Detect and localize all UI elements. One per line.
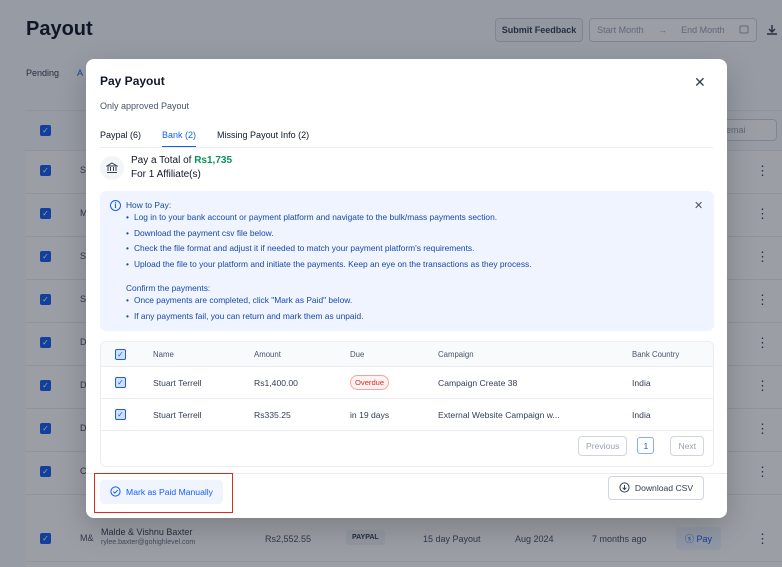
total-prefix: Pay a Total of <box>131 155 195 166</box>
select-all-checkbox[interactable]: ✓ <box>115 349 126 360</box>
total-text: Pay a Total of Rs1,735 For 1 Affiliate(s… <box>131 154 232 182</box>
header-due: Due <box>350 350 365 359</box>
tab-paypal[interactable]: Paypal (6) <box>100 130 141 148</box>
payout-total: Pay a Total of Rs1,735 For 1 Affiliate(s… <box>100 154 232 182</box>
amount-cell: Rs1,400.00 <box>254 378 298 388</box>
payment-method-tabs: Paypal (6) Bank (2) Missing Payout Info … <box>100 130 330 148</box>
page-number[interactable]: 1 <box>637 437 655 454</box>
check-circle-icon <box>110 485 121 499</box>
country-cell: India <box>632 410 651 420</box>
table-row[interactable]: ✓ Stuart Terrell Rs335.25 in 19 days Ext… <box>101 399 713 431</box>
info-icon: i <box>110 200 121 211</box>
due-cell: in 19 days <box>350 410 390 420</box>
table-header: ✓ Name Amount Due Campaign Bank Country <box>101 342 713 367</box>
tab-missing-payout-info[interactable]: Missing Payout Info (2) <box>217 130 309 148</box>
next-page-button[interactable]: Next <box>670 436 705 456</box>
how-to-pay-steps: Log in to your bank account or payment p… <box>126 212 532 274</box>
close-icon[interactable]: ✕ <box>694 199 703 212</box>
affiliate-count: For 1 Affiliate(s) <box>131 169 201 180</box>
bank-payout-table: ✓ Name Amount Due Campaign Bank Country … <box>100 341 714 467</box>
pagination: Previous 1 Next <box>578 436 705 456</box>
list-item: Once payments are completed, click "Mark… <box>126 295 363 311</box>
table-row[interactable]: ✓ Stuart Terrell Rs1,400.00 Overdue Camp… <box>101 367 713 399</box>
header-bank-country: Bank Country <box>632 350 680 359</box>
amount-cell: Rs335.25 <box>254 410 291 420</box>
header-campaign: Campaign <box>438 350 474 359</box>
overdue-badge: Overdue <box>350 375 390 390</box>
bank-icon <box>100 156 124 180</box>
name-cell: Stuart Terrell <box>153 410 202 420</box>
campaign-cell: Campaign Create 38 <box>438 378 518 388</box>
list-item: Check the file format and adjust it if n… <box>126 243 532 259</box>
tabs-divider <box>100 147 713 148</box>
download-csv-label: Download CSV <box>634 483 694 493</box>
how-to-pay-info-box: i How to Pay: ✕ Log in to your bank acco… <box>100 191 714 331</box>
list-item: Log in to your bank account or payment p… <box>126 212 532 228</box>
header-name: Name <box>153 350 174 359</box>
modal-subtitle: Only approved Payout <box>100 101 190 111</box>
confirm-steps: Once payments are completed, click "Mark… <box>126 295 364 327</box>
total-amount: Rs1,735 <box>194 155 233 166</box>
info-title: How to Pay: <box>126 200 172 210</box>
country-cell: India <box>632 378 651 388</box>
name-cell: Stuart Terrell <box>153 378 202 388</box>
tab-bank[interactable]: Bank (2) <box>162 130 197 148</box>
modal-title: Pay Payout <box>100 74 165 88</box>
list-item: If any payments fail, you can return and… <box>126 311 364 327</box>
header-amount: Amount <box>254 350 281 359</box>
campaign-cell: External Website Campaign w... <box>438 410 560 420</box>
list-item: Upload the file to your platform and ini… <box>126 259 532 275</box>
list-item: Download the payment csv file below. <box>126 228 532 244</box>
mark-as-paid-label: Mark as Paid Manually <box>126 487 213 497</box>
row-checkbox[interactable]: ✓ <box>115 409 126 420</box>
row-checkbox[interactable]: ✓ <box>115 377 126 388</box>
pay-payout-modal: Pay Payout ✕ Only approved Payout Paypal… <box>86 59 727 518</box>
download-csv-button[interactable]: Download CSV <box>608 476 704 500</box>
mark-as-paid-manually-button[interactable]: Mark as Paid Manually <box>100 480 223 504</box>
close-icon[interactable]: ✕ <box>694 74 706 91</box>
download-icon <box>619 481 630 495</box>
confirm-title: Confirm the payments: <box>126 283 211 293</box>
previous-page-button[interactable]: Previous <box>578 436 628 456</box>
